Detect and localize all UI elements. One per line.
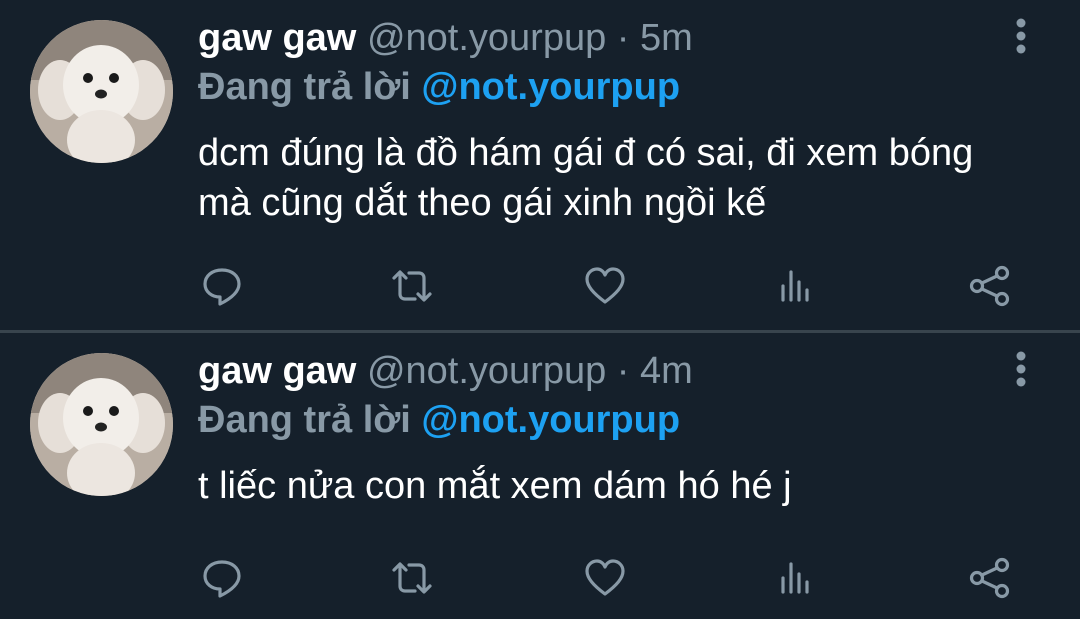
tweet-header: gaw gaw @not.yourpup · 5m	[198, 13, 693, 63]
tweet-feed: gaw gaw @not.yourpup · 5m Đang trả lời @…	[0, 0, 1080, 619]
replying-to-label: Đang trả lời	[198, 66, 411, 108]
dog-avatar-image	[30, 20, 173, 163]
author-handle[interactable]: @not.yourpup	[367, 17, 606, 59]
replying-to: Đang trả lời @not.yourpup	[198, 395, 680, 445]
replying-to-handle[interactable]: @not.yourpup	[421, 399, 680, 441]
avatar[interactable]	[30, 353, 173, 496]
share-icon[interactable]	[960, 548, 1020, 608]
author-handle[interactable]: @not.yourpup	[367, 350, 606, 392]
tweet-text: dcm đúng là đồ hám gái đ có sai, đi xem …	[198, 132, 974, 224]
more-options-icon[interactable]	[1001, 349, 1041, 389]
like-icon[interactable]	[575, 256, 635, 316]
replying-to-handle[interactable]: @not.yourpup	[421, 66, 680, 108]
more-options-icon[interactable]	[1001, 16, 1041, 56]
reply-icon[interactable]	[192, 256, 252, 316]
author-name[interactable]: gaw gaw	[198, 350, 356, 392]
analytics-icon[interactable]	[766, 256, 826, 316]
tweet-header: gaw gaw @not.yourpup · 4m	[198, 346, 693, 396]
timestamp[interactable]: 4m	[640, 350, 693, 392]
retweet-icon[interactable]	[382, 548, 442, 608]
action-bar	[0, 256, 1080, 316]
author-name[interactable]: gaw gaw	[198, 17, 356, 59]
tweet[interactable]: gaw gaw @not.yourpup · 4m Đang trả lời @…	[0, 333, 1080, 619]
share-icon[interactable]	[960, 256, 1020, 316]
avatar[interactable]	[30, 20, 173, 163]
tweet[interactable]: gaw gaw @not.yourpup · 5m Đang trả lời @…	[0, 0, 1080, 330]
like-icon[interactable]	[575, 548, 635, 608]
analytics-icon[interactable]	[766, 548, 826, 608]
retweet-icon[interactable]	[382, 256, 442, 316]
replying-to-label: Đang trả lời	[198, 399, 411, 441]
tweet-text: t liếc nửa con mắt xem dám hó hé j	[198, 465, 792, 507]
reply-icon[interactable]	[192, 548, 252, 608]
action-bar	[0, 548, 1080, 608]
dog-avatar-image	[30, 353, 173, 496]
replying-to: Đang trả lời @not.yourpup	[198, 62, 680, 112]
separator-dot: ·	[616, 17, 630, 59]
timestamp[interactable]: 5m	[640, 17, 693, 59]
separator-dot: ·	[616, 350, 630, 392]
